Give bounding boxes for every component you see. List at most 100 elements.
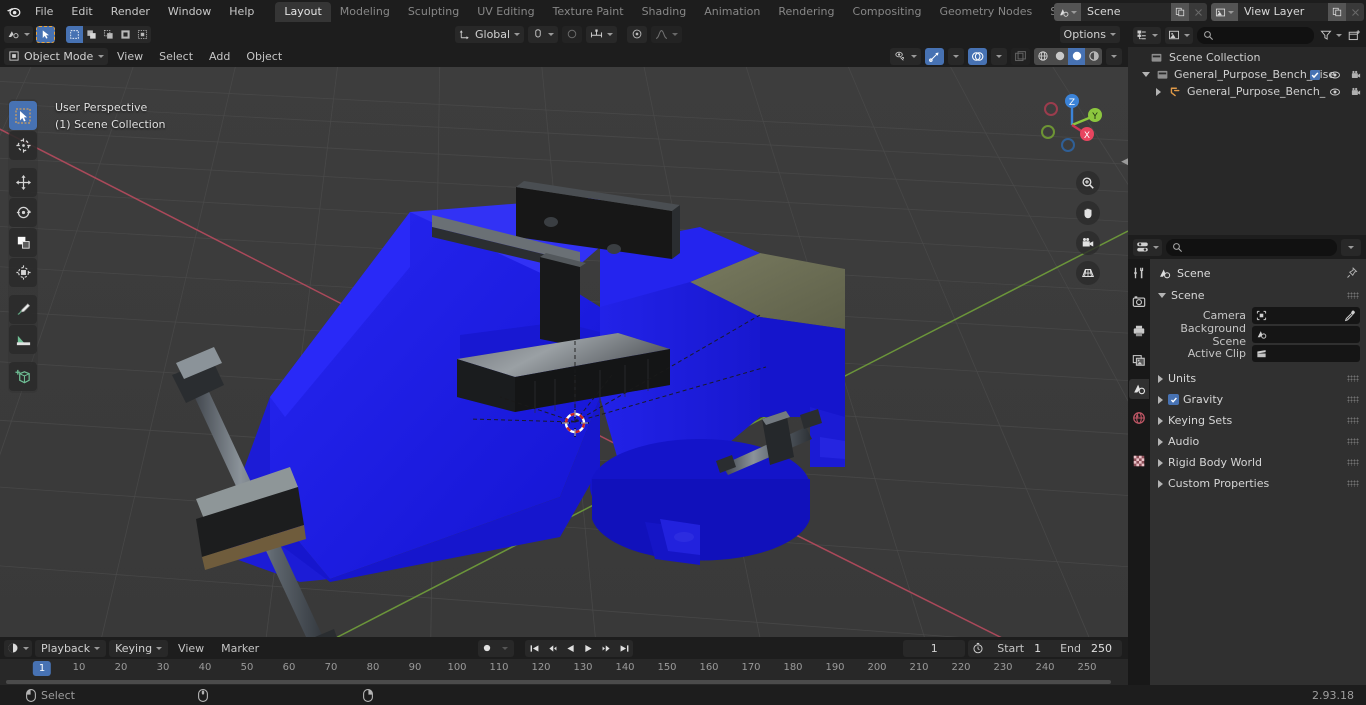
timeline-menu-view[interactable]: View	[171, 640, 211, 657]
falloff-curve-dropdown[interactable]	[651, 25, 683, 43]
record-icon[interactable]	[478, 640, 496, 657]
active-clip-field[interactable]	[1252, 345, 1360, 362]
proportional-falloff-dropdown[interactable]	[627, 25, 648, 43]
panel-header-scene[interactable]: Scene	[1150, 286, 1366, 305]
start-frame-value[interactable]: 1	[1030, 642, 1051, 655]
tab-modeling[interactable]: Modeling	[331, 2, 399, 22]
rotate-tool[interactable]	[9, 198, 37, 227]
new-collection-icon[interactable]	[1348, 29, 1361, 42]
jump-next-keyframe-icon[interactable]	[597, 640, 615, 657]
scene-icon[interactable]	[1054, 3, 1081, 21]
scene-selector[interactable]: Scene	[1054, 3, 1207, 21]
outliner-display-mode-dropdown[interactable]	[1133, 26, 1161, 44]
collection-checkbox[interactable]	[1310, 69, 1320, 80]
rendered-icon[interactable]	[1085, 47, 1102, 65]
unlink-scene-button[interactable]	[1189, 3, 1207, 21]
tab-shading[interactable]: Shading	[633, 2, 696, 22]
zoom-icon[interactable]	[1076, 171, 1100, 195]
render-camera-icon[interactable]	[1129, 292, 1149, 312]
blender-logo-icon[interactable]	[0, 0, 26, 23]
add-cube-tool[interactable]	[9, 362, 37, 391]
xray-toggle[interactable]	[1011, 47, 1030, 65]
snap-increment-dropdown[interactable]	[586, 25, 618, 43]
outliner-row-scene-collection[interactable]: Scene Collection	[1128, 49, 1366, 66]
ortho-persp-grid-icon[interactable]	[1076, 261, 1100, 285]
invert-select-icon[interactable]	[117, 26, 134, 43]
background-scene-field[interactable]	[1252, 326, 1360, 343]
camera-icon[interactable]	[1076, 231, 1100, 255]
outliner-row-vise-collection[interactable]: General_Purpose_Bench_Vise	[1128, 66, 1366, 83]
camera-render-visibility-icon[interactable]	[1350, 69, 1362, 81]
extend-select-icon[interactable]	[83, 26, 100, 43]
move-tool[interactable]	[9, 168, 37, 197]
solid-icon[interactable]	[1051, 47, 1068, 65]
eye-icon[interactable]	[1329, 86, 1341, 98]
timeline-scrollbar-handle[interactable]	[6, 680, 1111, 684]
stopwatch-icon[interactable]	[968, 642, 988, 654]
scene-cone-icon[interactable]	[1129, 379, 1149, 399]
new-scene-button[interactable]	[1171, 3, 1189, 21]
tab-rendering[interactable]: Rendering	[769, 2, 843, 22]
outliner-search-input[interactable]	[1197, 26, 1314, 44]
cursor-tool[interactable]	[9, 131, 37, 160]
navigation-gizmo[interactable]: Z Y X	[1034, 87, 1110, 163]
tool-wrench-icon[interactable]	[1129, 263, 1149, 283]
world-globe-icon[interactable]	[1129, 408, 1149, 428]
tweak-select-tool-button[interactable]	[36, 25, 55, 43]
shading-options-caret[interactable]	[1106, 47, 1122, 65]
tab-texture-paint[interactable]: Texture Paint	[544, 2, 633, 22]
auto-keying-caret[interactable]	[496, 640, 514, 657]
material-preview-icon[interactable]	[1068, 47, 1085, 65]
viewport-canvas[interactable]: User Perspective (1) Scene Collection Z …	[0, 67, 1128, 637]
view-layer-images-icon[interactable]	[1129, 350, 1149, 370]
editor-type-icon[interactable]	[4, 25, 33, 43]
viewport-menu-select[interactable]: Select	[152, 48, 200, 65]
viewport-menu-object[interactable]: Object	[239, 48, 289, 65]
panel-header-units[interactable]: Units	[1150, 368, 1366, 389]
proportional-editing-dropdown[interactable]	[562, 25, 583, 43]
panel-header-audio[interactable]: Audio	[1150, 431, 1366, 452]
outliner-filter-dropdown[interactable]	[1318, 27, 1344, 44]
intersect-select-icon[interactable]	[134, 26, 151, 43]
tweak-tool[interactable]	[9, 101, 37, 130]
disclosure-triangle-open[interactable]	[1140, 72, 1152, 77]
panel-header-custom-properties[interactable]: Custom Properties	[1150, 473, 1366, 494]
menu-edit[interactable]: Edit	[62, 2, 101, 21]
sidebar-toggle-arrow[interactable]: ◀	[1121, 157, 1128, 167]
texture-checker-icon[interactable]	[1129, 451, 1149, 471]
jump-prev-keyframe-icon[interactable]	[543, 640, 561, 657]
gravity-checkbox[interactable]	[1168, 394, 1179, 405]
tab-layout[interactable]: Layout	[275, 1, 331, 22]
tab-animation[interactable]: Animation	[695, 2, 769, 22]
play-reverse-icon[interactable]	[561, 640, 579, 657]
box-select-icon[interactable]	[66, 25, 83, 43]
pin-icon[interactable]	[1346, 267, 1358, 279]
transform-orientation-dropdown[interactable]: Global	[455, 25, 525, 43]
tab-compositing[interactable]: Compositing	[844, 2, 931, 22]
object-types-visibility-dropdown[interactable]	[890, 47, 921, 65]
scale-tool[interactable]	[9, 228, 37, 257]
outliner-id-type-dropdown[interactable]	[1165, 26, 1193, 44]
overlays-toggle[interactable]	[968, 47, 987, 65]
menu-help[interactable]: Help	[220, 2, 263, 21]
jump-to-end-icon[interactable]	[615, 640, 633, 657]
images-icon[interactable]	[1211, 3, 1238, 21]
wireframe-icon[interactable]	[1034, 47, 1051, 65]
object-mode-dropdown[interactable]: Object Mode	[4, 47, 108, 65]
snap-dropdown[interactable]	[528, 25, 559, 43]
timeline-editor-type-dropdown[interactable]	[4, 639, 32, 657]
menu-render[interactable]: Render	[102, 2, 159, 21]
properties-search-input[interactable]	[1166, 238, 1337, 256]
properties-editor-type-dropdown[interactable]	[1133, 238, 1162, 256]
viewport-menu-add[interactable]: Add	[202, 48, 237, 65]
outliner-row-vise-object[interactable]: General_Purpose_Bench_	[1128, 83, 1366, 100]
tab-uv-editing[interactable]: UV Editing	[468, 2, 543, 22]
view-layer-name[interactable]: View Layer	[1238, 3, 1328, 21]
tab-geometry-nodes[interactable]: Geometry Nodes	[930, 2, 1041, 22]
scene-name[interactable]: Scene	[1081, 3, 1171, 21]
tab-sculpting[interactable]: Sculpting	[399, 2, 468, 22]
timeline-playhead[interactable]: 1	[32, 661, 52, 676]
end-frame-value[interactable]: 250	[1087, 642, 1122, 655]
subtract-select-icon[interactable]	[100, 26, 117, 43]
play-icon[interactable]	[579, 640, 597, 657]
